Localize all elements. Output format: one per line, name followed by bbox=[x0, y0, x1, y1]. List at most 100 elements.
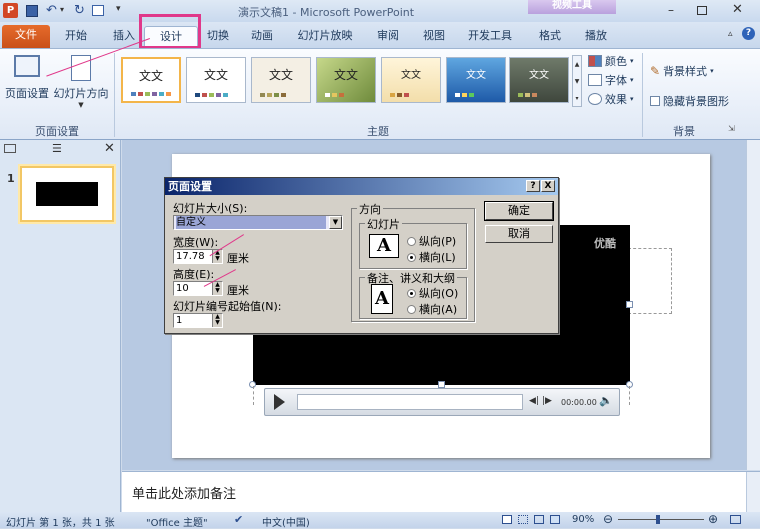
slideshow-view-icon[interactable] bbox=[550, 515, 560, 524]
tab-insert[interactable]: 插入 bbox=[104, 26, 144, 48]
reading-view-icon[interactable] bbox=[534, 515, 544, 524]
dialog-close-button[interactable]: X bbox=[541, 180, 555, 192]
dropdown-chevron-icon[interactable]: ▾ bbox=[60, 5, 64, 14]
dialog-launcher-icon[interactable]: ⇲ bbox=[728, 124, 735, 133]
status-zoom[interactable]: 90% bbox=[572, 514, 594, 525]
height-spinner[interactable]: ▲ ▼ bbox=[212, 282, 222, 295]
slide-sorter-icon[interactable] bbox=[518, 515, 528, 524]
dialog-help-button[interactable]: ? bbox=[526, 180, 540, 192]
slide-thumbnail[interactable] bbox=[20, 166, 114, 222]
theme-thumbnail[interactable]: 文文 bbox=[316, 57, 376, 103]
slides-orientation-label: 幻灯片 bbox=[365, 216, 402, 232]
resize-handle[interactable] bbox=[249, 381, 256, 388]
tab-home[interactable]: 开始 bbox=[56, 26, 96, 48]
theme-color-dots bbox=[518, 93, 537, 97]
start-number-input[interactable]: 1 ▲ ▼ bbox=[173, 313, 223, 328]
redo-icon[interactable]: ↻ bbox=[74, 3, 85, 18]
minimize-icon[interactable]: – bbox=[668, 3, 674, 17]
resize-handle[interactable] bbox=[626, 301, 633, 308]
theme-gallery-scroll[interactable]: ▲ ▼ ▾ bbox=[572, 55, 582, 107]
notes-scrollbar[interactable] bbox=[746, 472, 760, 513]
theme-fonts-button[interactable]: 字体 ▾ bbox=[588, 72, 634, 88]
tab-view[interactable]: 视图 bbox=[414, 26, 454, 48]
notes-portrait-radio[interactable]: 纵向(O) bbox=[407, 285, 458, 301]
theme-thumbnail[interactable]: 文文 bbox=[509, 57, 569, 103]
page-setup-button[interactable]: 页面设置 bbox=[4, 53, 50, 111]
theme-text: 文文 bbox=[268, 68, 293, 82]
orientation-label: 方向 bbox=[357, 201, 383, 217]
tab-file[interactable]: 文件 bbox=[2, 25, 50, 48]
slideshow-icon[interactable] bbox=[92, 5, 104, 16]
ok-button[interactable]: 确定 bbox=[484, 201, 554, 221]
start-number-spinner[interactable]: ▲ ▼ bbox=[212, 314, 222, 327]
zoom-in-icon[interactable]: ⊕ bbox=[708, 512, 718, 526]
group-label-page-setup: 页面设置 bbox=[35, 125, 79, 138]
zoom-out-icon[interactable]: ⊖ bbox=[603, 512, 613, 526]
volume-icon[interactable]: 🔈 bbox=[599, 394, 613, 407]
theme-effects-button[interactable]: 效果 ▾ bbox=[588, 91, 634, 107]
status-slide-info: 幻灯片 第 1 张，共 1 张 bbox=[6, 518, 115, 529]
theme-colors-button[interactable]: 颜色 ▾ bbox=[588, 53, 634, 69]
theme-thumbnail[interactable]: 文文 bbox=[381, 57, 441, 103]
theme-colors-label: 颜色 bbox=[605, 55, 627, 68]
zoom-slider-thumb[interactable] bbox=[656, 515, 660, 524]
tab-developer[interactable]: 开发工具 bbox=[462, 26, 518, 48]
theme-thumbnail[interactable]: 文文 bbox=[446, 57, 506, 103]
placeholder-box[interactable] bbox=[628, 248, 672, 314]
step-back-icon[interactable]: ◀| bbox=[529, 396, 539, 406]
undo-icon[interactable]: ↶ bbox=[46, 3, 57, 18]
normal-view-icon[interactable] bbox=[502, 515, 512, 524]
tab-review[interactable]: 审阅 bbox=[368, 26, 408, 48]
status-theme[interactable]: "Office 主题" bbox=[146, 514, 208, 529]
fit-slide-icon[interactable] bbox=[730, 515, 741, 524]
close-icon[interactable]: ✕ bbox=[732, 2, 743, 17]
page-setup-label: 页面设置 bbox=[5, 87, 49, 100]
spellcheck-icon[interactable]: ✔ bbox=[234, 513, 243, 526]
resize-handle[interactable] bbox=[438, 381, 445, 388]
pane-close-icon[interactable]: ✕ bbox=[104, 141, 115, 156]
background-styles-button[interactable]: ✎ 背景样式 ▾ bbox=[650, 63, 714, 79]
theme-fonts-label: 字体 bbox=[605, 74, 627, 87]
save-icon[interactable] bbox=[26, 5, 38, 17]
height-input[interactable]: 10 ▲ ▼ bbox=[173, 281, 223, 296]
notes-pane[interactable]: 单击此处添加备注 bbox=[122, 471, 760, 513]
cancel-button[interactable]: 取消 bbox=[485, 225, 553, 243]
theme-text: 文文 bbox=[138, 69, 163, 83]
ribbon-panel: 页面设置 幻灯片方向 ▼ 页面设置 文文 文文 文文 文文 文文 文文 文文 ▲… bbox=[0, 48, 760, 140]
video-time: 00:00.00 bbox=[561, 398, 597, 407]
status-language[interactable]: 中文(中国) bbox=[262, 514, 310, 529]
play-icon[interactable] bbox=[274, 394, 285, 410]
hide-background-graphics-checkbox[interactable]: 隐藏背景图形 bbox=[650, 93, 729, 109]
qat-customize-icon[interactable]: ▾ bbox=[116, 4, 121, 14]
slides-landscape-radio[interactable]: 横向(L) bbox=[407, 249, 456, 265]
notes-landscape-label: 横向(A) bbox=[419, 303, 458, 316]
powerpoint-app-icon[interactable]: P bbox=[3, 3, 18, 18]
theme-text: 文文 bbox=[401, 70, 421, 81]
tab-animations[interactable]: 动画 bbox=[242, 26, 282, 48]
chevron-down-icon: ▾ bbox=[710, 67, 714, 75]
maximize-icon[interactable] bbox=[697, 6, 707, 15]
notes-orientation-preview-icon: A bbox=[371, 284, 393, 314]
theme-thumbnail[interactable]: 文文 bbox=[251, 57, 311, 103]
resize-handle[interactable] bbox=[626, 381, 633, 388]
slide-size-select[interactable]: 自定义 ▼ bbox=[173, 215, 343, 230]
height-unit: 厘米 bbox=[227, 284, 249, 297]
theme-thumbnail[interactable]: 文文 bbox=[186, 57, 246, 103]
tab-playback[interactable]: 播放 bbox=[576, 26, 616, 48]
slides-portrait-radio[interactable]: 纵向(P) bbox=[407, 233, 456, 249]
tab-transitions[interactable]: 切换 bbox=[198, 26, 238, 48]
video-progress-bar[interactable] bbox=[297, 394, 523, 410]
notes-landscape-radio[interactable]: 横向(A) bbox=[407, 301, 457, 317]
slides-tab-icon[interactable] bbox=[4, 144, 16, 153]
help-icon[interactable]: ? bbox=[742, 27, 755, 40]
tab-slideshow[interactable]: 幻灯片放映 bbox=[292, 26, 358, 48]
chevron-down-icon[interactable]: ▼ bbox=[329, 216, 342, 229]
zoom-slider[interactable] bbox=[618, 515, 704, 524]
outline-tab-icon[interactable]: ☰ bbox=[52, 142, 62, 155]
title-bar: P ↶ ▾ ↻ ▾ 演示文稿1 - Microsoft PowerPoint 视… bbox=[0, 0, 760, 22]
step-forward-icon[interactable]: |▶ bbox=[542, 396, 552, 406]
theme-thumbnail[interactable]: 文文 bbox=[121, 57, 181, 103]
vertical-scrollbar[interactable] bbox=[746, 140, 760, 470]
tab-format[interactable]: 格式 bbox=[530, 26, 570, 48]
ribbon-collapse-icon[interactable]: ▵ bbox=[728, 29, 733, 39]
